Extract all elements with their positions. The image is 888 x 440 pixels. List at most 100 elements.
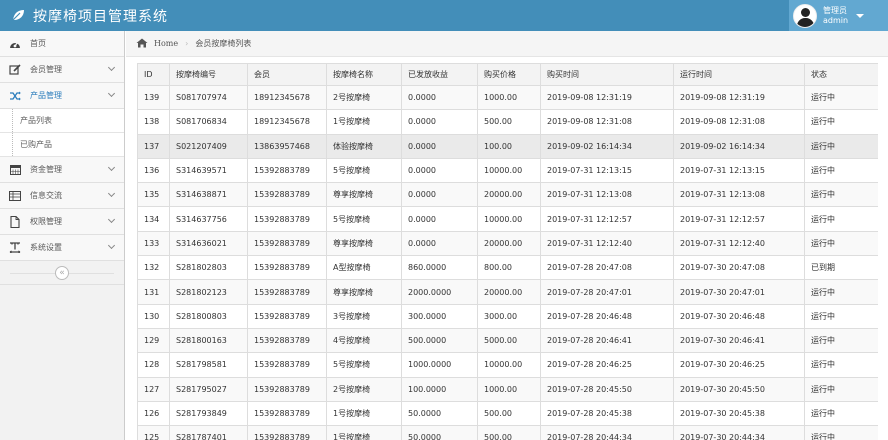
cell-id: 135	[137, 182, 170, 208]
sidebar-item-home[interactable]: 首页	[0, 31, 124, 57]
cell-member: 15392883789	[247, 279, 327, 305]
cell-chair-number: S281795027	[169, 376, 248, 402]
column-header-chair-name[interactable]: 按摩椅名称	[326, 63, 402, 86]
sidebar-subitem-purchased-products[interactable]: 已购产品	[0, 133, 124, 157]
cell-purchase-price: 800.00	[477, 255, 541, 281]
table-row[interactable]: 137 S021207409 13863957468 体验按摩椅 0.0000 100.0…	[137, 133, 878, 159]
cell-purchase-time: 2019-09-08 12:31:19	[540, 84, 674, 111]
cell-chair-number: S281802803	[169, 255, 248, 281]
table-row[interactable]: 139 S081707974 18912345678 2号按摩椅 0.0000 1000.…	[137, 84, 878, 111]
sidebar-item-messages[interactable]: 信息交流	[0, 183, 124, 209]
column-header-member[interactable]: 会员	[247, 63, 327, 86]
sidebar-collapse-toggle[interactable]: «	[0, 261, 124, 285]
chevron-down-icon	[107, 189, 116, 198]
cell-status: 运行中	[804, 279, 878, 305]
cell-run-time: 2019-07-30 20:47:08	[673, 255, 805, 281]
chevron-down-icon	[107, 241, 116, 250]
cell-id: 136	[137, 157, 170, 184]
cell-run-time: 2019-07-31 12:13:08	[673, 182, 805, 208]
app-logo[interactable]: 按摩椅项目管理系统	[12, 6, 168, 26]
column-header-run-time[interactable]: 运行时间	[673, 63, 805, 86]
cell-status: 运行中	[804, 327, 878, 354]
cell-status: 已到期	[804, 255, 878, 281]
cell-paid-earnings: 1000.0000	[401, 352, 478, 378]
cell-purchase-time: 2019-07-28 20:45:50	[540, 376, 674, 402]
cell-member: 15392883789	[247, 400, 327, 427]
cell-id: 133	[137, 230, 170, 257]
cell-paid-earnings: 50.0000	[401, 400, 478, 427]
sidebar-item-products[interactable]: 产品管理	[0, 83, 124, 109]
user-menu[interactable]: 管理员 admin	[789, 0, 888, 31]
cell-status: 运行中	[804, 84, 878, 111]
cell-member: 18912345678	[247, 84, 327, 111]
home-icon	[136, 38, 148, 50]
user-name: admin	[823, 15, 849, 25]
table-row[interactable]: 129 S281800163 15392883789 4号按摩椅 500.0000 500…	[137, 327, 878, 354]
sidebar-subitem-product-list[interactable]: 产品列表	[0, 109, 124, 133]
table-body: 139 S081707974 18912345678 2号按摩椅 0.0000 1000.…	[137, 84, 878, 440]
column-header-status[interactable]: 状态	[804, 63, 878, 86]
cell-member: 15392883789	[247, 230, 327, 257]
column-header-purchase-price[interactable]: 购买价格	[477, 63, 541, 86]
cell-run-time: 2019-07-30 20:45:38	[673, 400, 805, 427]
table-row[interactable]: 126 S281793849 15392883789 1号按摩椅 50.0000 500.…	[137, 400, 878, 427]
cell-paid-earnings: 0.0000	[401, 182, 478, 208]
list-icon	[0, 190, 30, 201]
table-row[interactable]: 131 S281802123 15392883789 尊享按摩椅 2000.0000 20…	[137, 279, 878, 305]
cell-id: 137	[137, 133, 170, 159]
cell-purchase-time: 2019-07-28 20:45:38	[540, 400, 674, 427]
shuffle-icon	[0, 91, 30, 101]
cell-run-time: 2019-07-30 20:46:48	[673, 303, 805, 329]
user-role: 管理员	[823, 5, 847, 15]
table-row[interactable]: 134 S314637756 15392883789 5号按摩椅 0.0000 10000…	[137, 206, 878, 232]
column-header-purchase-time[interactable]: 购买时间	[540, 63, 674, 86]
cell-run-time: 2019-09-08 12:31:08	[673, 109, 805, 135]
table-row[interactable]: 136 S314639571 15392883789 5号按摩椅 0.0000 10000…	[137, 157, 878, 184]
cell-run-time: 2019-09-02 16:14:34	[673, 133, 805, 159]
cell-id: 126	[137, 400, 170, 427]
cell-id: 138	[137, 109, 170, 135]
table-row[interactable]: 132 S281802803 15392883789 A型按摩椅 860.0000 800…	[137, 255, 878, 281]
column-header-paid-earnings[interactable]: 已发放收益	[401, 63, 478, 86]
sidebar-item-permissions[interactable]: 权限管理	[0, 209, 124, 235]
cell-purchase-time: 2019-07-28 20:46:41	[540, 327, 674, 354]
cell-run-time: 2019-07-30 20:45:50	[673, 376, 805, 402]
chair-table: ID 按摩椅编号 会员 按摩椅名称 已发放收益 购买价格 购买时间 运行时间 状…	[137, 63, 878, 440]
table-row[interactable]: 128 S281798581 15392883789 5号按摩椅 1000.0000 10…	[137, 352, 878, 378]
sidebar-item-settings[interactable]: 系统设置	[0, 235, 124, 261]
cell-run-time: 2019-07-31 12:12:57	[673, 206, 805, 232]
chevron-down-icon	[107, 63, 116, 72]
cell-purchase-price: 20000.00	[477, 230, 541, 257]
column-header-chair-number[interactable]: 按摩椅编号	[169, 63, 248, 86]
sidebar-item-members[interactable]: 会员管理	[0, 57, 124, 83]
cell-chair-name: 尊享按摩椅	[326, 230, 402, 257]
cell-paid-earnings: 860.0000	[401, 255, 478, 281]
table-row[interactable]: 125 S281787401 15392883789 1号按摩椅 50.0000 500.…	[137, 425, 878, 440]
cell-purchase-time: 2019-09-02 16:14:34	[540, 133, 674, 159]
cell-status: 运行中	[804, 303, 878, 329]
table-row[interactable]: 138 S081706834 18912345678 1号按摩椅 0.0000 500.0…	[137, 109, 878, 135]
cell-paid-earnings: 0.0000	[401, 109, 478, 135]
sidebar-item-funds[interactable]: 资金管理	[0, 157, 124, 183]
cell-purchase-time: 2019-07-31 12:12:40	[540, 230, 674, 257]
chevron-down-icon	[107, 163, 116, 172]
cell-id: 130	[137, 303, 170, 329]
app-title: 按摩椅项目管理系统	[33, 9, 168, 25]
cell-chair-number: S081706834	[169, 109, 248, 135]
cell-run-time: 2019-07-30 20:46:25	[673, 352, 805, 378]
breadcrumb: Home › 会员按摩椅列表	[126, 31, 888, 57]
cell-id: 139	[137, 84, 170, 111]
table-row[interactable]: 133 S314636021 15392883789 尊享按摩椅 0.0000 20000…	[137, 230, 878, 257]
column-header-id[interactable]: ID	[137, 63, 170, 86]
cell-member: 15392883789	[247, 182, 327, 208]
chair-table-container: ID 按摩椅编号 会员 按摩椅名称 已发放收益 购买价格 购买时间 运行时间 状…	[137, 63, 878, 440]
table-row[interactable]: 127 S281795027 15392883789 2号按摩椅 100.0000 100…	[137, 376, 878, 402]
text-width-icon	[0, 242, 30, 253]
table-row[interactable]: 130 S281800803 15392883789 3号按摩椅 300.0000 300…	[137, 303, 878, 329]
cell-member: 15392883789	[247, 303, 327, 329]
cell-run-time: 2019-09-08 12:31:19	[673, 84, 805, 111]
cell-member: 15392883789	[247, 327, 327, 354]
table-row[interactable]: 135 S314638871 15392883789 尊享按摩椅 0.0000 20000…	[137, 182, 878, 208]
cell-chair-number: S281798581	[169, 352, 248, 378]
breadcrumb-home-link[interactable]: Home	[154, 39, 178, 48]
